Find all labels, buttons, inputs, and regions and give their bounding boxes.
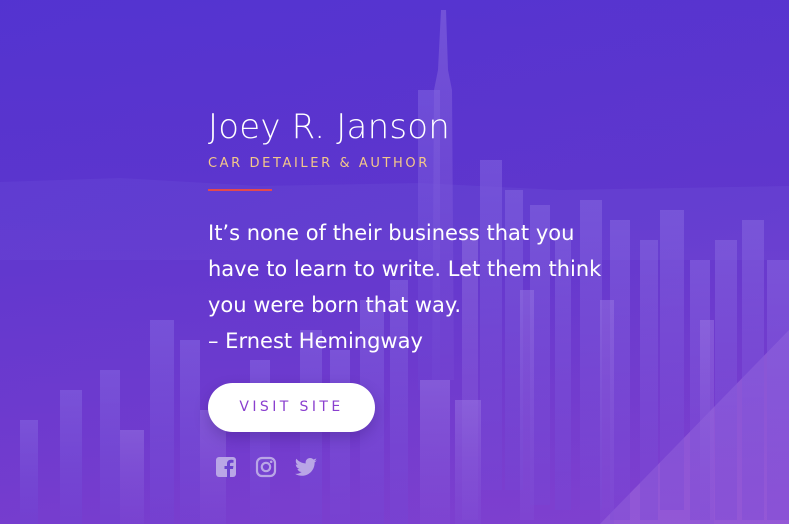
quote-block: It’s none of their business that you hav… <box>208 215 628 359</box>
twitter-icon <box>294 458 317 476</box>
instagram-icon <box>255 456 277 478</box>
twitter-link[interactable] <box>293 454 319 480</box>
quote-line: It’s none of their business that you <box>208 221 575 245</box>
hero-section: Joey R. Janson CAR DETAILER & AUTHOR It’… <box>0 0 789 524</box>
quote-line: you were born that way. <box>208 293 462 317</box>
visit-site-button[interactable]: VISIT SITE <box>208 383 375 432</box>
profile-card: Joey R. Janson CAR DETAILER & AUTHOR It’… <box>208 106 638 480</box>
profile-tagline: CAR DETAILER & AUTHOR <box>208 156 430 171</box>
quote-author: – Ernest Hemingway <box>208 329 423 353</box>
divider <box>208 189 272 191</box>
facebook-icon <box>216 457 236 478</box>
social-links <box>208 454 638 480</box>
quote-line: have to learn to write. Let them think <box>208 257 602 281</box>
facebook-link[interactable] <box>213 454 239 480</box>
instagram-link[interactable] <box>253 454 279 480</box>
profile-name: Joey R. Janson <box>208 107 450 147</box>
